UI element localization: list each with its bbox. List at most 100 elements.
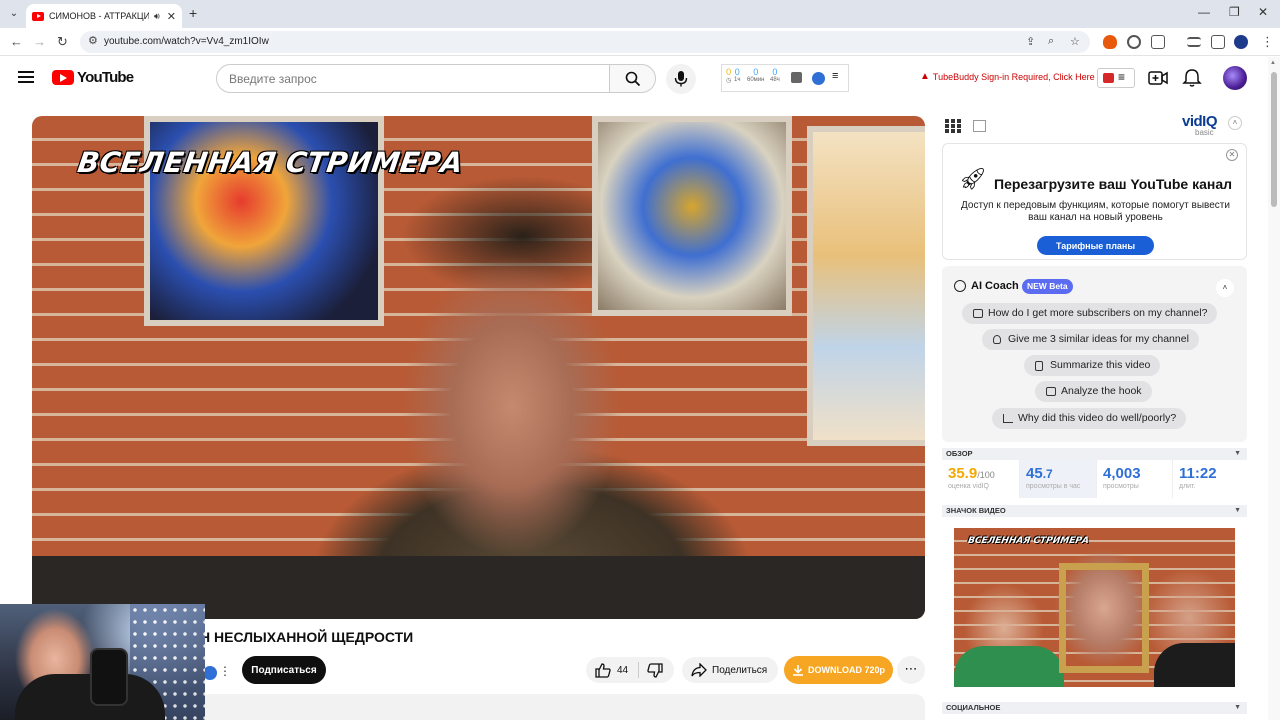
search-input[interactable]	[216, 64, 610, 93]
youtube-favicon-icon	[32, 11, 44, 21]
extensions-puzzle-icon[interactable]	[1151, 35, 1165, 49]
scroll-up-icon[interactable]: ▲	[1270, 60, 1276, 66]
minimize-icon[interactable]: —	[1198, 5, 1210, 19]
install-app-icon[interactable]: ⇪	[1026, 35, 1035, 48]
thumbnail-section-header[interactable]: ЗНАЧОК ВИДЕО ▼	[942, 505, 1247, 517]
window-close-icon[interactable]: ✕	[1258, 5, 1268, 19]
coach-prompt-text: How do I get more subscribers on my chan…	[988, 307, 1208, 319]
restore-icon[interactable]: ❐	[1229, 5, 1240, 19]
search-button[interactable]	[609, 64, 656, 93]
coach-new-badge: NEW Beta	[1022, 279, 1073, 294]
stat-value: 0	[734, 67, 740, 77]
promo-title: Перезагрузите ваш YouTube канал	[994, 176, 1233, 192]
profile-icon[interactable]	[1234, 35, 1248, 49]
extension-circle-icon[interactable]	[1127, 35, 1141, 49]
coach-prompt[interactable]: How do I get more subscribers on my chan…	[962, 303, 1218, 324]
menu-lines-icon: ≡	[1118, 70, 1126, 84]
stat-value: 0	[753, 67, 759, 77]
grid-view-icon[interactable]	[945, 119, 961, 133]
back-icon[interactable]: ←	[10, 34, 23, 49]
zoom-icon[interactable]: ⌕	[1048, 35, 1054, 48]
tab-close-icon[interactable]: ✕	[167, 10, 176, 23]
stat-vidiq-score: 35.9/100 оценка vidIQ	[942, 460, 1019, 498]
media-control-icon[interactable]	[1187, 37, 1201, 47]
warning-icon: ▲	[920, 71, 930, 82]
browser-tab[interactable]: СИМОНОВ - АТТРАКЦИОН 🔊︎ ✕	[26, 4, 182, 28]
coach-prompt[interactable]: Why did this video do well/poorly?	[992, 408, 1187, 429]
audio-playing-icon[interactable]: 🔊︎	[154, 11, 160, 22]
background-painting	[592, 116, 792, 316]
tab-search-chevron-icon[interactable]: ⌄	[6, 6, 22, 22]
video-thumbnail[interactable]: ВСЕЛЕННАЯ СТРИМЕРА	[954, 528, 1235, 687]
search-icon	[625, 71, 641, 87]
section-title: ЗНАЧОК ВИДЕО	[946, 506, 1006, 515]
coach-collapse-icon[interactable]: ˄	[1216, 279, 1234, 297]
analytics-chart-icon[interactable]	[973, 120, 986, 132]
coach-prompt-text: Give me 3 similar ideas for my channel	[1008, 333, 1189, 345]
score-max: /100	[977, 470, 995, 480]
section-title: ОБЗОР	[946, 449, 973, 458]
stat-col: 0 ◷	[726, 67, 731, 84]
like-icon[interactable]	[595, 662, 611, 678]
guide-menu-icon[interactable]	[18, 71, 34, 83]
channel-badge-icon[interactable]	[203, 666, 217, 680]
stat-label: 48ч	[770, 77, 780, 83]
account-avatar[interactable]	[1223, 66, 1247, 90]
realtime-stats-widget[interactable]: 0 ◷ 0 1ч 0 60мин 0 48ч ≡	[721, 64, 849, 92]
page-scrollbar[interactable]: ▲	[1268, 57, 1280, 720]
reload-icon[interactable]: ↻	[57, 34, 68, 50]
tubebuddy-warning[interactable]: ▲ TubeBuddy Sign-in Required, Click Here	[920, 71, 1095, 82]
address-bar[interactable]: ⚙︎ youtube.com/watch?v=Vv4_zm1IOIw ⇪ ⌕ ☆	[80, 31, 1090, 53]
description-box[interactable]	[200, 694, 925, 720]
vidiq-plan-label: basic	[1195, 128, 1214, 137]
stat-views-per-hour: 45.7 просмотры в час	[1019, 460, 1096, 498]
forward-icon[interactable]: →	[33, 34, 46, 49]
url-text[interactable]: youtube.com/watch?v=Vv4_zm1IOIw	[104, 36, 269, 47]
stat-clock-icon: ◷	[726, 78, 732, 84]
voice-search-button[interactable]	[666, 64, 696, 94]
site-info-icon[interactable]: ⚙︎	[88, 34, 98, 47]
youtube-logo[interactable]: YouTube	[52, 69, 134, 86]
scrollbar-thumb[interactable]	[1271, 72, 1277, 207]
bell-icon[interactable]	[1182, 68, 1202, 88]
lightbulb-icon	[993, 335, 1001, 344]
social-section-header[interactable]: СОЦИАЛЬНОЕ ▼	[942, 702, 1247, 714]
browser-menu-icon[interactable]: ⋮	[1261, 34, 1274, 50]
side-panel-icon[interactable]	[1211, 35, 1225, 49]
stat-views: 4,003 просмотры	[1096, 460, 1172, 498]
promo-close-icon[interactable]: ✕	[1226, 149, 1238, 161]
more-actions-button[interactable]: ⋯	[897, 656, 925, 684]
create-icon[interactable]	[1148, 68, 1168, 88]
like-divider	[638, 662, 639, 678]
tubebuddy-icon	[1103, 73, 1114, 83]
bookmark-star-icon[interactable]: ☆	[1070, 35, 1080, 48]
coach-prompt-text: Analyze the hook	[1061, 385, 1142, 397]
background-painting	[807, 126, 925, 446]
stat-duration: 11:22 длит.	[1172, 460, 1247, 498]
overview-section-header[interactable]: ОБЗОР ▼	[942, 448, 1247, 460]
widget-menu-icon[interactable]: ≡	[832, 70, 838, 82]
coach-prompt[interactable]: Summarize this video	[1024, 355, 1161, 376]
extension-fire-icon[interactable]	[1103, 35, 1117, 49]
dislike-icon[interactable]	[647, 663, 663, 679]
youtube-masthead: YouTube 0 ◷ 0 1ч 0 60мин 0 48ч	[0, 57, 1268, 101]
stats-chart-icon[interactable]	[791, 72, 802, 83]
duration-value: 11:22	[1179, 465, 1217, 482]
browser-tab-bar: ⌄ СИМОНОВ - АТТРАКЦИОН 🔊︎ ✕ + — ❐ ✕	[0, 0, 1280, 28]
coach-prompt-text: Summarize this video	[1050, 359, 1151, 371]
channel-more-icon[interactable]: ⋮	[219, 664, 231, 678]
new-tab-icon[interactable]: +	[189, 5, 197, 21]
coach-prompt[interactable]: Analyze the hook	[1035, 381, 1152, 402]
tubebuddy-menu-button[interactable]: ≡	[1097, 68, 1135, 88]
subscribe-button[interactable]: Подписаться	[242, 656, 326, 684]
video-player[interactable]: ВСЕЛЕННАЯ СТРИМЕРА	[32, 116, 925, 619]
mic-icon	[674, 71, 688, 87]
pricing-plans-button[interactable]: Тарифные планы	[1037, 236, 1154, 255]
section-caret-icon: ▼	[1234, 704, 1241, 711]
views-value: 4,003	[1103, 465, 1141, 482]
coach-prompt[interactable]: Give me 3 similar ideas for my channel	[982, 329, 1199, 350]
stat-label: 60мин	[747, 77, 765, 83]
video-overlay-caption: ВСЕЛЕННАЯ СТРИМЕРА	[75, 146, 466, 179]
vidiq-collapse-icon[interactable]: ˄	[1228, 116, 1242, 130]
play-circle-icon[interactable]	[812, 72, 825, 85]
